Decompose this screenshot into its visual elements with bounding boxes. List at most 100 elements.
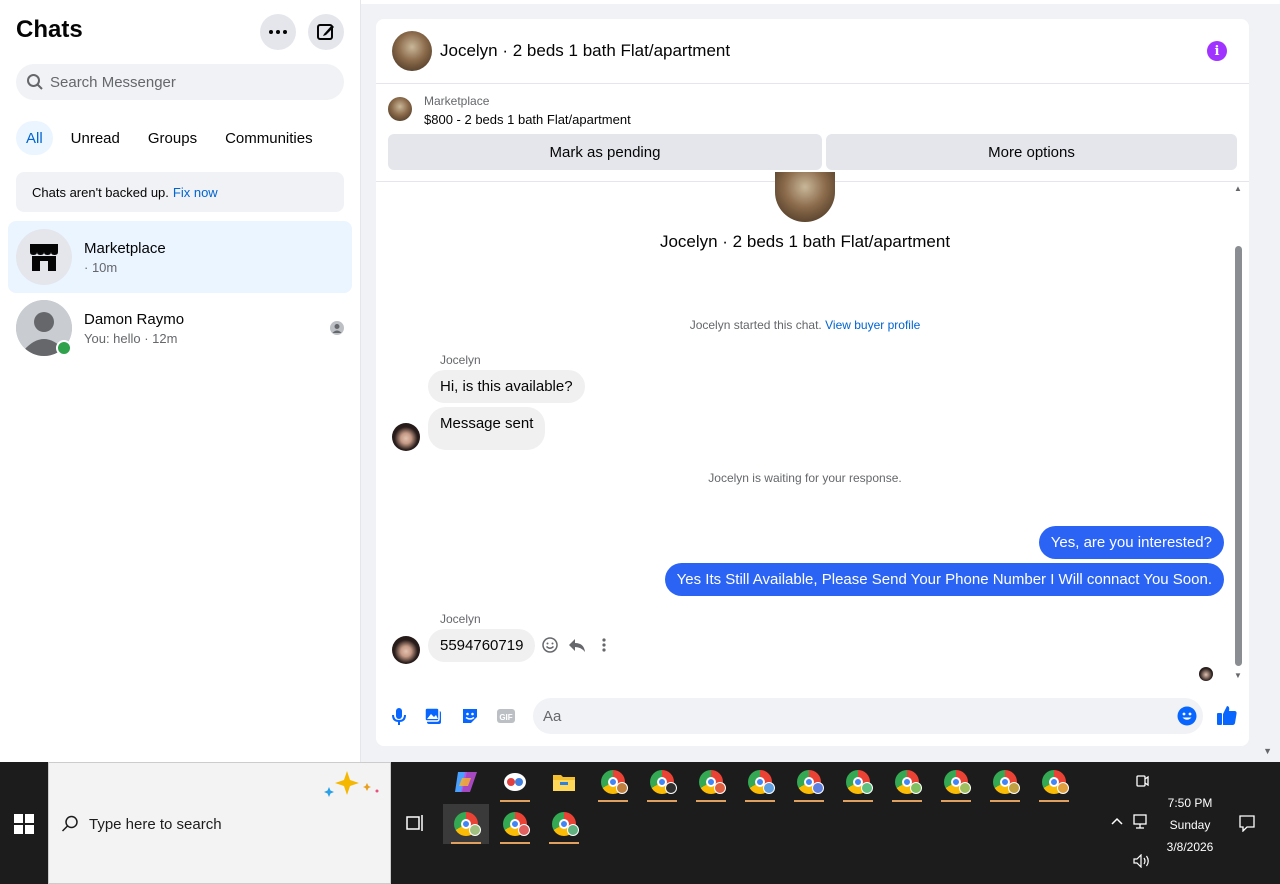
- new-message-button[interactable]: [308, 14, 344, 50]
- search-input[interactable]: Search Messenger: [16, 64, 344, 100]
- backup-text: Chats aren't backed up.: [32, 184, 169, 200]
- marketplace-avatar: [16, 229, 72, 285]
- chat-name: Damon Raymo: [84, 310, 185, 328]
- profile-badge: [714, 782, 726, 794]
- fix-now-link[interactable]: Fix now: [173, 185, 218, 200]
- active-indicator: [647, 800, 677, 802]
- filter-unread[interactable]: Unread: [61, 121, 130, 155]
- chat-preview: You: hello · 12m: [84, 330, 178, 346]
- taskbar-app-copilot[interactable]: [443, 762, 489, 802]
- search-icon: [61, 815, 78, 832]
- message-bubble[interactable]: Hi, is this available?: [428, 370, 585, 403]
- chat-item-damon[interactable]: Damon Raymo You: hello · 12m: [8, 292, 352, 364]
- started-text: Jocelyn started this chat.: [689, 318, 822, 332]
- seen-avatar: [1199, 667, 1213, 681]
- react-icon[interactable]: [542, 637, 558, 653]
- network-icon[interactable]: [1133, 814, 1151, 830]
- taskbar-app-chrome-7[interactable]: [884, 762, 930, 802]
- chevron-up-icon[interactable]: [1111, 817, 1123, 825]
- listing-avatar[interactable]: [392, 31, 432, 71]
- clock-day: Sunday: [1169, 818, 1211, 832]
- message-list: Jocelyn · 2 beds 1 bath Flat/apartment J…: [376, 172, 1249, 686]
- profile-badge: [1057, 782, 1069, 794]
- chat-preview: · 10m: [84, 259, 118, 275]
- chat-name: Marketplace: [84, 239, 166, 257]
- more-options-button[interactable]: [260, 14, 296, 50]
- listing-thumbnail[interactable]: [388, 97, 412, 121]
- message-bubble[interactable]: Message sent: [428, 407, 546, 450]
- more-options-listing-button[interactable]: More options: [826, 134, 1237, 170]
- reply-icon[interactable]: [568, 637, 586, 653]
- taskbar-app-chrome-10[interactable]: [1031, 762, 1077, 802]
- waiting-notice: Jocelyn is waiting for your response.: [708, 471, 902, 485]
- sender-avatar[interactable]: [392, 636, 420, 664]
- more-vertical-icon[interactable]: [596, 637, 612, 653]
- snipping-tool-icon: [504, 773, 526, 791]
- mark-as-pending-button[interactable]: Mark as pending: [388, 134, 822, 170]
- compose-icon: [317, 24, 334, 40]
- avatar: [16, 300, 72, 356]
- sticker-icon[interactable]: [460, 706, 480, 726]
- microphone-icon[interactable]: [389, 706, 409, 726]
- taskbar-app-chrome-3[interactable]: [688, 762, 734, 802]
- meet-now-icon[interactable]: [1135, 774, 1149, 790]
- clock-time: 7:50 PM: [1167, 796, 1213, 810]
- sent-message-bubble[interactable]: Yes Its Still Available, Please Send You…: [664, 563, 1224, 596]
- listing-price[interactable]: $800 - 2 beds 1 bath Flat/apartment: [424, 112, 631, 127]
- gif-icon[interactable]: GIF: [496, 706, 516, 726]
- profile-badge: [812, 782, 824, 794]
- message-scrollbar[interactable]: ▲ ▼: [1233, 182, 1243, 686]
- clock-date: 3/8/2026: [1166, 840, 1214, 854]
- scroll-thumb[interactable]: [1235, 246, 1242, 666]
- message-bubble[interactable]: 5594760719: [428, 629, 536, 662]
- taskbar-app-chrome-5[interactable]: [786, 762, 832, 802]
- marketplace-label: Marketplace: [424, 94, 490, 108]
- filter-all[interactable]: All: [16, 121, 53, 155]
- taskbar-search[interactable]: Type here to search: [48, 762, 391, 884]
- taskbar-app-chrome-2[interactable]: [639, 762, 685, 802]
- active-indicator: [500, 800, 530, 802]
- scroll-up-icon[interactable]: ▲: [1234, 184, 1242, 193]
- taskbar-app-chrome-4[interactable]: [737, 762, 783, 802]
- active-indicator: [990, 800, 1020, 802]
- photo-icon[interactable]: [424, 706, 444, 726]
- windows-taskbar: Type here to search 7:50 PM Sunday 3/8/2…: [0, 762, 1280, 884]
- profile-badge: [1008, 782, 1020, 794]
- taskbar-app-chrome-11[interactable]: [443, 804, 489, 844]
- conversation-header: Jocelyn · 2 beds 1 bath Flat/apartment i: [376, 19, 1249, 84]
- message-input[interactable]: Aa: [533, 698, 1203, 734]
- active-indicator: [941, 800, 971, 802]
- taskbar-app-chrome-6[interactable]: [835, 762, 881, 802]
- taskbar-app-chrome-1[interactable]: [590, 762, 636, 802]
- profile-badge: [616, 782, 628, 794]
- chat-filters: All Unread Groups Communities: [16, 121, 323, 155]
- chat-item-marketplace[interactable]: Marketplace · 10m: [8, 221, 352, 293]
- sender-avatar[interactable]: [392, 423, 420, 451]
- active-indicator: [500, 842, 530, 844]
- taskbar-app-snipping[interactable]: [492, 762, 538, 802]
- volume-icon[interactable]: [1133, 854, 1151, 868]
- emoji-icon[interactable]: [1177, 706, 1197, 726]
- taskbar-app-chrome-13[interactable]: [541, 804, 587, 844]
- top-border: [361, 0, 1280, 4]
- marketplace-bar: Marketplace $800 - 2 beds 1 bath Flat/ap…: [376, 84, 1249, 182]
- system-clock[interactable]: 7:50 PM Sunday 3/8/2026: [1150, 792, 1230, 858]
- page-scroll-down-icon[interactable]: ▼: [1263, 746, 1272, 756]
- windows-start-icon[interactable]: [14, 814, 34, 834]
- taskbar-app-chrome-8[interactable]: [933, 762, 979, 802]
- chat-sidebar: Chats Search Messenger All Unread Groups…: [0, 0, 361, 762]
- filter-groups[interactable]: Groups: [138, 121, 207, 155]
- task-view-icon[interactable]: [406, 814, 426, 832]
- view-buyer-profile-link[interactable]: View buyer profile: [825, 318, 920, 332]
- notification-center-icon[interactable]: [1238, 814, 1256, 832]
- taskbar-app-chrome-12[interactable]: [492, 804, 538, 844]
- taskbar-app-file-explorer[interactable]: [541, 762, 587, 802]
- conversation-intro-title: Jocelyn · 2 beds 1 bath Flat/apartment: [659, 232, 951, 251]
- filter-communities[interactable]: Communities: [215, 121, 323, 155]
- conversation-title[interactable]: Jocelyn · 2 beds 1 bath Flat/apartment: [440, 41, 730, 61]
- scroll-down-icon[interactable]: ▼: [1234, 671, 1242, 680]
- like-icon[interactable]: [1216, 704, 1238, 726]
- taskbar-app-chrome-9[interactable]: [982, 762, 1028, 802]
- sent-message-bubble[interactable]: Yes, are you interested?: [1038, 526, 1224, 559]
- info-icon[interactable]: i: [1207, 41, 1227, 61]
